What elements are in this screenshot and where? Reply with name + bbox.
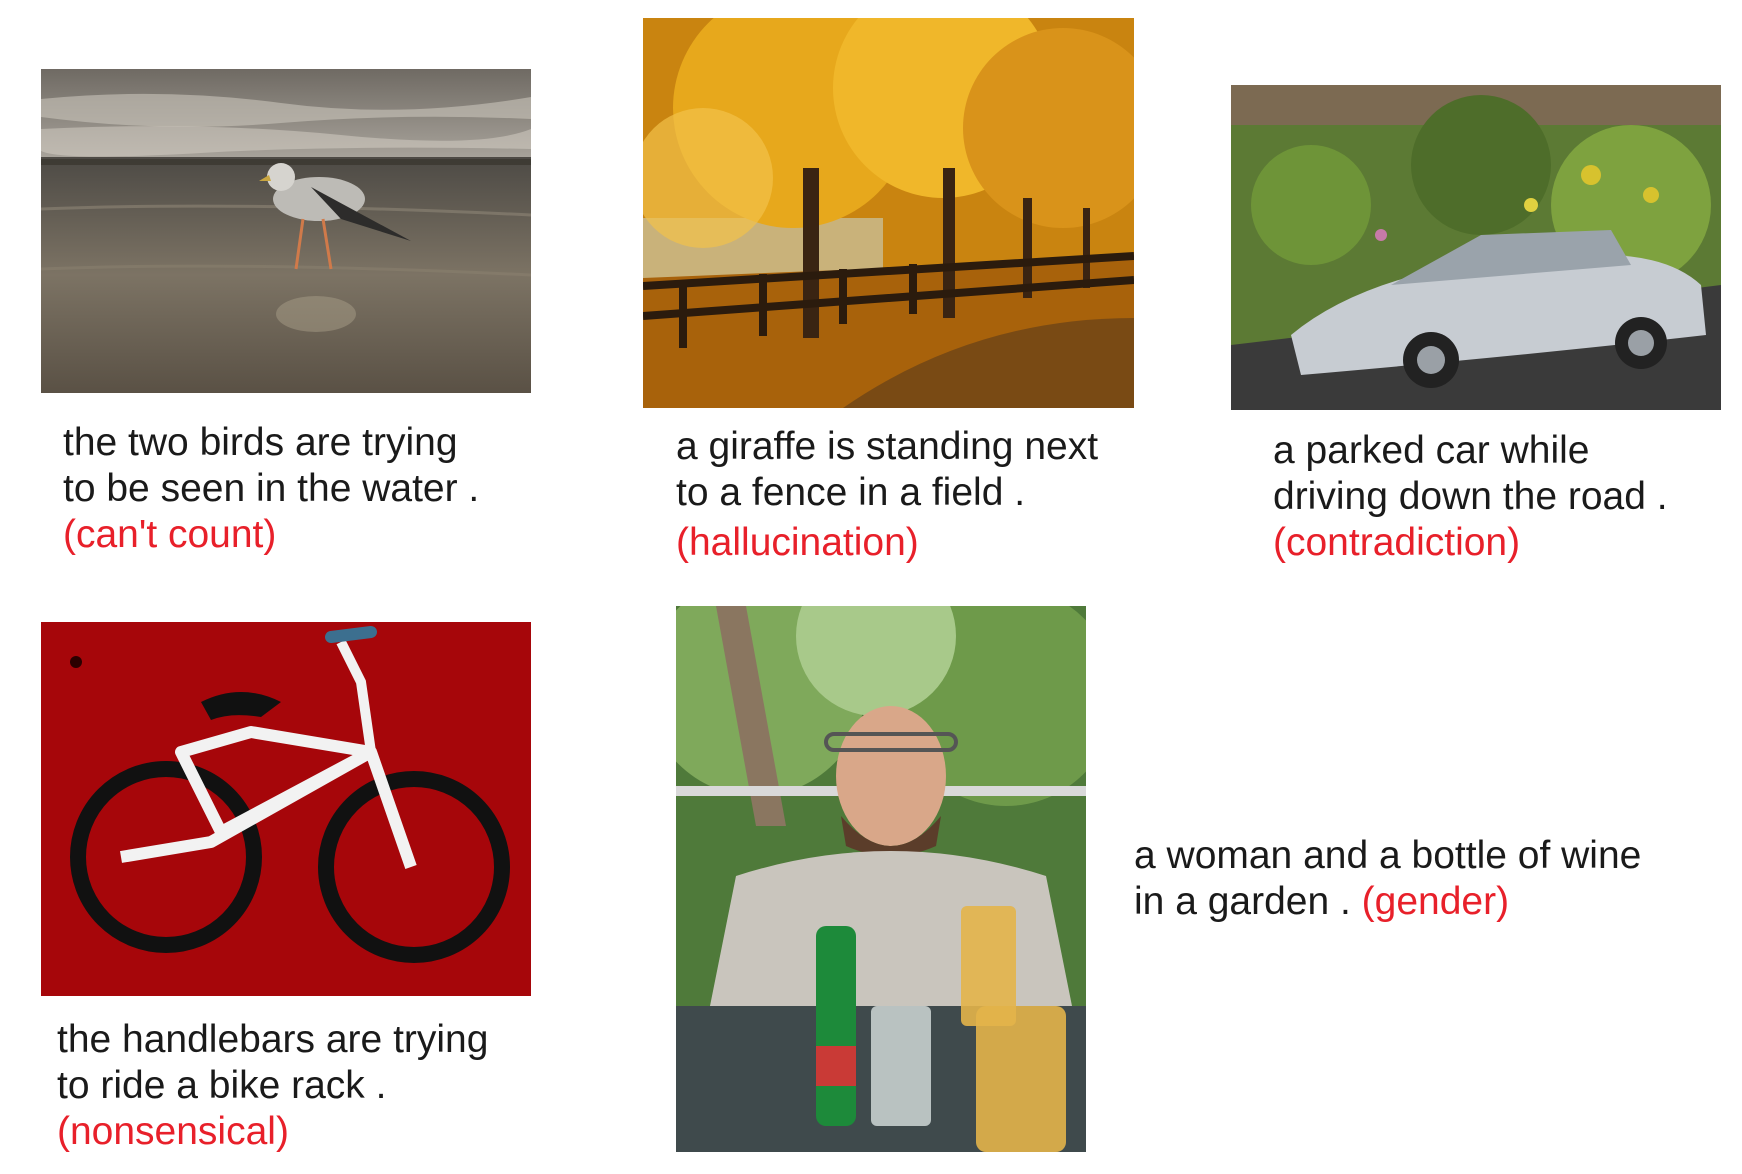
caption-autumn: a giraffe is standing next to a fence in… — [676, 424, 1098, 566]
caption-line: to be seen in the water . — [63, 467, 480, 510]
caption-line: the two birds are trying — [63, 421, 458, 464]
error-tag: (hallucination) — [676, 521, 919, 564]
caption-line: in a garden . — [1134, 880, 1351, 923]
photo-silver-car — [1231, 85, 1721, 410]
caption-car: a parked car while driving down the road… — [1273, 428, 1668, 566]
photo-bmx-bike — [41, 622, 531, 996]
error-tag: (contradiction) — [1273, 521, 1521, 564]
caption-line: a parked car while — [1273, 429, 1590, 472]
caption-seagull: the two birds are trying to be seen in t… — [63, 420, 479, 558]
caption-man: a woman and a bottle of wine in a garden… — [1134, 833, 1641, 925]
caption-line: the handlebars are trying — [57, 1018, 489, 1061]
photo-seagull-beach — [41, 69, 531, 393]
error-tag: (can't count) — [63, 513, 277, 556]
caption-line: a giraffe is standing next — [676, 425, 1099, 468]
error-tag: (gender) — [1361, 880, 1510, 923]
caption-bike: the handlebars are trying to ride a bike… — [57, 1017, 488, 1155]
photo-man-drinks — [676, 606, 1086, 1152]
caption-line: a woman and a bottle of wine — [1134, 834, 1642, 877]
caption-line: driving down the road . — [1273, 475, 1668, 518]
caption-line: to ride a bike rack . — [57, 1064, 387, 1107]
error-tag: (nonsensical) — [57, 1110, 289, 1153]
caption-line: to a fence in a field . — [676, 471, 1026, 514]
photo-autumn-trees — [643, 18, 1134, 408]
